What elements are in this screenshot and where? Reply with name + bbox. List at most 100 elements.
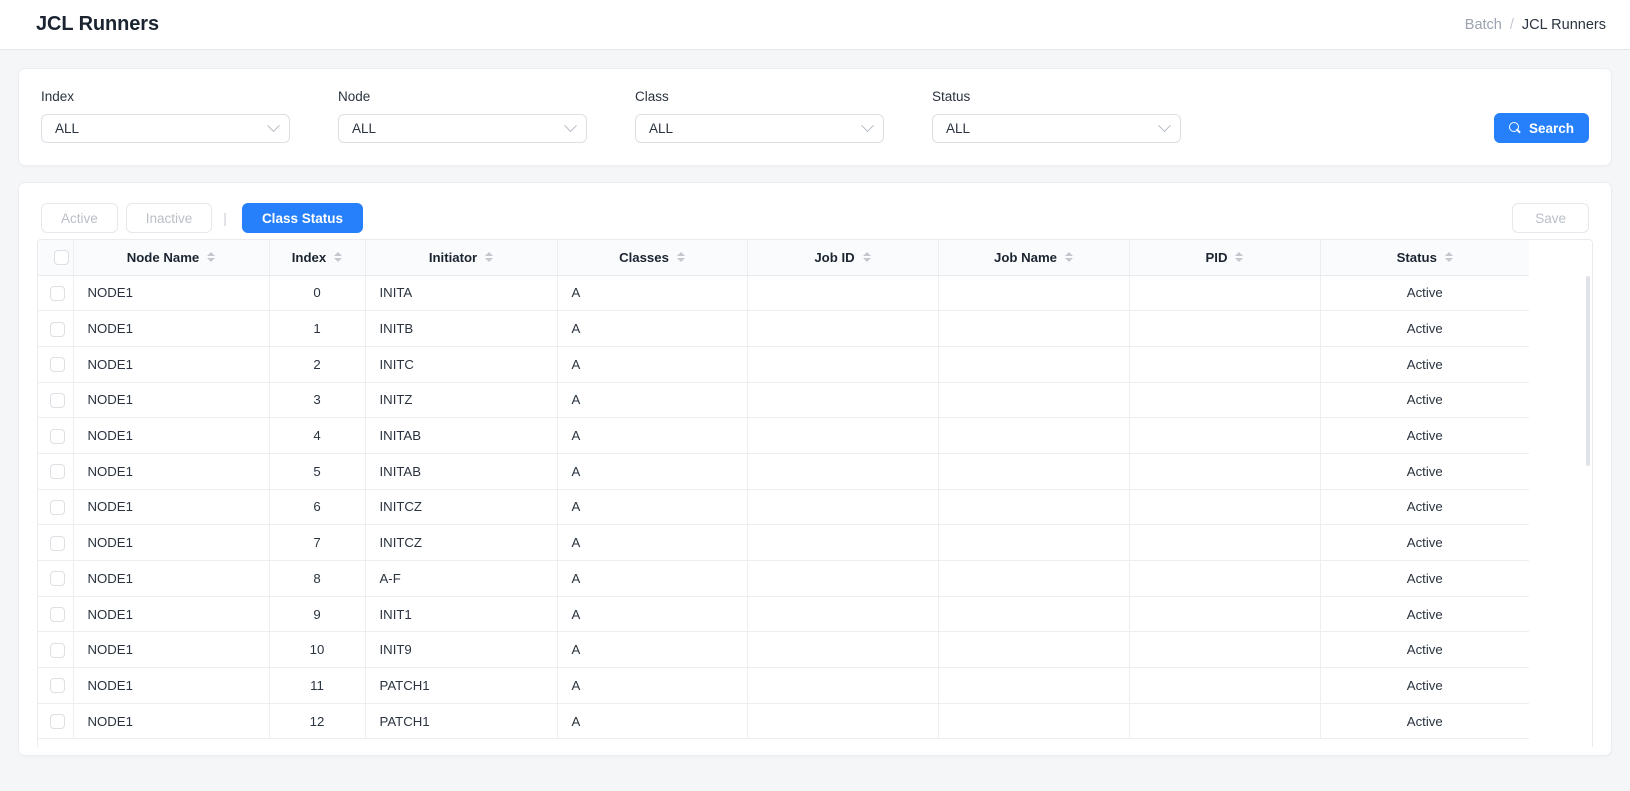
table-row[interactable]: NODE15INITABAActive — [38, 453, 1529, 489]
filter-select-node[interactable]: ALL — [338, 114, 587, 143]
tab-inactive[interactable]: Inactive — [126, 203, 213, 233]
filter-select-index[interactable]: ALL — [41, 114, 290, 143]
table-row[interactable]: NODE17INITCZAActive — [38, 525, 1529, 561]
table-row[interactable]: NODE13INITZAActive — [38, 382, 1529, 418]
cell-job-name — [938, 525, 1129, 561]
cell-node-name: NODE1 — [73, 275, 269, 311]
breadcrumb-parent[interactable]: Batch — [1465, 17, 1502, 33]
column-header-status[interactable]: Status — [1320, 240, 1529, 275]
table-body: NODE10INITAAActiveNODE11INITBAActiveNODE… — [38, 275, 1529, 739]
cell-classes: A — [557, 346, 747, 382]
table-row[interactable]: NODE11INITBAActive — [38, 311, 1529, 347]
cell-job-id — [747, 703, 938, 739]
cell-index: 6 — [269, 489, 365, 525]
table-row[interactable]: NODE110INIT9AActive — [38, 632, 1529, 668]
table-row[interactable]: NODE19INIT1AActive — [38, 596, 1529, 632]
filter-select-class[interactable]: ALL — [635, 114, 884, 143]
cell-index: 4 — [269, 418, 365, 454]
cell-node-name: NODE1 — [73, 632, 269, 668]
cell-job-id — [747, 561, 938, 597]
filter-panel: IndexALLNodeALLClassALLStatusALL Search — [18, 68, 1612, 166]
filter-label: Status — [932, 89, 1181, 104]
tab-active-label: Active — [61, 211, 98, 226]
row-checkbox[interactable] — [50, 678, 65, 693]
cell-status: Active — [1320, 561, 1529, 597]
sort-icon[interactable] — [485, 252, 493, 262]
row-checkbox[interactable] — [50, 464, 65, 479]
cell-job-name — [938, 632, 1129, 668]
row-select-cell — [38, 489, 73, 525]
row-checkbox[interactable] — [50, 357, 65, 372]
table-row[interactable]: NODE18A-FAActive — [38, 561, 1529, 597]
cell-pid — [1129, 453, 1320, 489]
row-checkbox[interactable] — [50, 714, 65, 729]
table-row[interactable]: NODE112PATCH1AActive — [38, 703, 1529, 739]
cell-job-name — [938, 668, 1129, 704]
tab-active[interactable]: Active — [41, 203, 118, 233]
cell-node-name: NODE1 — [73, 418, 269, 454]
cell-job-id — [747, 275, 938, 311]
cell-node-name: NODE1 — [73, 311, 269, 347]
row-select-cell — [38, 596, 73, 632]
column-header-job-id[interactable]: Job ID — [747, 240, 938, 275]
table-row[interactable]: NODE16INITCZAActive — [38, 489, 1529, 525]
column-header-job-name[interactable]: Job Name — [938, 240, 1129, 275]
column-header-initiator[interactable]: Initiator — [365, 240, 557, 275]
cell-node-name: NODE1 — [73, 525, 269, 561]
select-all-checkbox[interactable] — [54, 250, 69, 265]
cell-job-name — [938, 489, 1129, 525]
search-button[interactable]: Search — [1494, 113, 1589, 143]
sort-icon[interactable] — [1065, 252, 1073, 262]
row-checkbox[interactable] — [50, 643, 65, 658]
cell-job-name — [938, 596, 1129, 632]
column-header-pid[interactable]: PID — [1129, 240, 1320, 275]
row-checkbox[interactable] — [50, 500, 65, 515]
row-checkbox[interactable] — [50, 536, 65, 551]
cell-pid — [1129, 418, 1320, 454]
vertical-scrollbar-thumb[interactable] — [1586, 276, 1590, 466]
tab-class-status[interactable]: Class Status — [242, 203, 363, 233]
row-select-cell — [38, 703, 73, 739]
filter-select-status[interactable]: ALL — [932, 114, 1181, 143]
row-checkbox[interactable] — [50, 286, 65, 301]
row-checkbox[interactable] — [50, 607, 65, 622]
cell-index: 12 — [269, 703, 365, 739]
column-header-index[interactable]: Index — [269, 240, 365, 275]
sort-icon[interactable] — [677, 252, 685, 262]
column-label: Index — [292, 250, 326, 265]
save-button[interactable]: Save — [1512, 203, 1589, 233]
cell-index: 1 — [269, 311, 365, 347]
sort-icon[interactable] — [207, 252, 215, 262]
sort-icon[interactable] — [334, 252, 342, 262]
cell-job-id — [747, 311, 938, 347]
search-icon — [1509, 122, 1522, 135]
cell-index: 2 — [269, 346, 365, 382]
cell-node-name: NODE1 — [73, 561, 269, 597]
cell-status: Active — [1320, 668, 1529, 704]
cell-index: 8 — [269, 561, 365, 597]
row-checkbox[interactable] — [50, 571, 65, 586]
row-checkbox[interactable] — [50, 429, 65, 444]
cell-job-name — [938, 311, 1129, 347]
table-row[interactable]: NODE14INITABAActive — [38, 418, 1529, 454]
toolbar-divider: | — [223, 210, 227, 226]
cell-job-id — [747, 489, 938, 525]
vertical-scrollbar[interactable] — [1585, 276, 1591, 747]
sort-icon[interactable] — [863, 252, 871, 262]
table-row[interactable]: NODE10INITAAActive — [38, 275, 1529, 311]
column-label: Classes — [619, 250, 669, 265]
sort-icon[interactable] — [1235, 252, 1243, 262]
column-header-node-name[interactable]: Node Name — [73, 240, 269, 275]
row-select-cell — [38, 525, 73, 561]
runners-table: Node Name Index Initiator — [38, 240, 1529, 739]
table-row[interactable]: NODE12INITCAActive — [38, 346, 1529, 382]
table-row[interactable]: NODE111PATCH1AActive — [38, 668, 1529, 704]
cell-job-name — [938, 703, 1129, 739]
column-header-classes[interactable]: Classes — [557, 240, 747, 275]
row-checkbox[interactable] — [50, 322, 65, 337]
save-button-label: Save — [1535, 211, 1566, 226]
cell-job-id — [747, 632, 938, 668]
row-checkbox[interactable] — [50, 393, 65, 408]
sort-icon[interactable] — [1445, 252, 1453, 262]
row-select-cell — [38, 382, 73, 418]
